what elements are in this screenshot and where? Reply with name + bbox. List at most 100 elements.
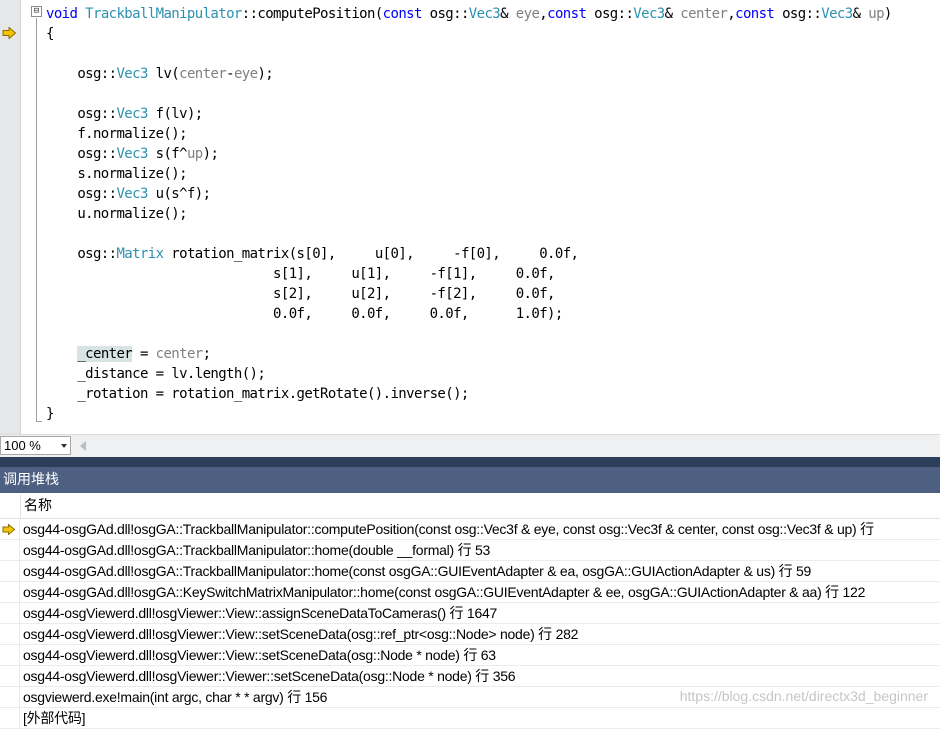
- call-stack-row[interactable]: [外部代码]: [0, 708, 940, 729]
- code-token: const: [547, 6, 595, 22]
- code-token: void: [46, 6, 86, 22]
- code-line[interactable]: void TrackballManipulator::computePositi…: [46, 4, 892, 24]
- code-line[interactable]: osg::Vec3 lv(center-eye);: [46, 64, 892, 84]
- code-token: rotation_matrix(s[0], u[0], -f[0], 0.0f,: [163, 246, 579, 262]
- code-token: osg::: [46, 146, 117, 162]
- code-token: _rotation = rotation_matrix.getRotate().…: [46, 386, 469, 402]
- code-token: Vec3: [633, 6, 665, 22]
- code-token: Vec3: [468, 6, 501, 22]
- code-line[interactable]: osg::Vec3 s(f^up);: [46, 144, 892, 164]
- call-stack-row[interactable]: osg44-osgViewerd.dll!osgViewer::View::se…: [0, 624, 940, 645]
- call-stack-frame-text: osg44-osgViewerd.dll!osgViewer::View::se…: [23, 647, 496, 663]
- code-line[interactable]: s[2], u[2], -f[2], 0.0f,: [46, 284, 892, 304]
- row-gutter: [0, 687, 20, 708]
- call-stack-frame-text: osg44-osgViewerd.dll!osgViewer::View::as…: [23, 605, 498, 621]
- call-stack-frame-text: osg44-osgGAd.dll!osgGA::TrackballManipul…: [23, 542, 491, 558]
- code-token: osg::: [46, 66, 117, 82]
- current-frame-arrow-icon: [2, 524, 16, 535]
- code-token: eye: [233, 66, 258, 82]
- code-token: ;: [202, 346, 211, 362]
- call-stack-row[interactable]: osg44-osgViewerd.dll!osgViewer::View::as…: [0, 603, 940, 624]
- code-line[interactable]: _distance = lv.length();: [46, 364, 892, 384]
- code-token: ): [883, 6, 892, 22]
- code-token: eye: [515, 6, 540, 22]
- code-token: _distance = lv.length();: [46, 366, 266, 382]
- code-token: Vec3: [116, 106, 148, 122]
- code-token: osg::: [46, 106, 117, 122]
- code-line[interactable]: [46, 324, 892, 344]
- code-token: const: [382, 6, 430, 22]
- code-token: ::computePosition(: [241, 6, 384, 22]
- code-token: );: [202, 146, 219, 162]
- code-token: 0.0f, 0.0f, 0.0f, 1.0f);: [46, 306, 563, 322]
- code-token: }: [46, 406, 54, 422]
- row-gutter: [0, 540, 20, 561]
- breakpoint-gutter[interactable]: [0, 0, 21, 434]
- code-token: ,: [539, 6, 548, 22]
- code-line[interactable]: s.normalize();: [46, 164, 892, 184]
- code-token: osg::: [46, 246, 117, 262]
- call-stack-row[interactable]: osg44-osgGAd.dll!osgGA::TrackballManipul…: [0, 519, 940, 540]
- code-line[interactable]: [46, 84, 892, 104]
- code-line[interactable]: [46, 224, 892, 244]
- call-stack-frame-text: osg44-osgGAd.dll!osgGA::KeySwitchMatrixM…: [23, 584, 866, 600]
- current-statement-arrow-icon: [2, 27, 17, 39]
- outline-line: [36, 18, 37, 422]
- row-gutter: [0, 561, 20, 582]
- code-token: &: [664, 6, 681, 22]
- call-stack-frame-text: osg44-osgViewerd.dll!osgViewer::Viewer::…: [23, 668, 516, 684]
- code-token: osg::: [46, 186, 117, 202]
- panel-splitter[interactable]: [0, 457, 940, 467]
- code-line[interactable]: osg::Vec3 u(s^f);: [46, 184, 892, 204]
- code-token: center: [179, 66, 227, 82]
- code-token: s(f^: [147, 146, 188, 162]
- call-stack-frame-text: [外部代码]: [23, 710, 86, 726]
- code-token: up: [868, 6, 884, 22]
- scroll-left-icon[interactable]: [80, 441, 86, 451]
- column-header-name[interactable]: 名称: [20, 494, 940, 518]
- code-token: osg::: [782, 6, 822, 22]
- code-line[interactable]: osg::Matrix rotation_matrix(s[0], u[0], …: [46, 244, 892, 264]
- code-token: s[1], u[1], -f[1], 0.0f,: [46, 266, 555, 282]
- code-token: Vec3: [116, 146, 148, 162]
- code-line[interactable]: s[1], u[1], -f[1], 0.0f,: [46, 264, 892, 284]
- row-gutter: [0, 603, 20, 624]
- call-stack-row[interactable]: osg44-osgGAd.dll!osgGA::KeySwitchMatrixM…: [0, 582, 940, 603]
- call-stack-row[interactable]: osg44-osgViewerd.dll!osgViewer::Viewer::…: [0, 666, 940, 687]
- code-line[interactable]: [46, 44, 892, 64]
- row-gutter: [0, 666, 20, 687]
- code-line[interactable]: _rotation = rotation_matrix.getRotate().…: [46, 384, 892, 404]
- code-token: f(lv);: [147, 106, 204, 122]
- code-token: u.normalize();: [46, 206, 187, 222]
- chevron-down-icon: [61, 444, 67, 448]
- code-line[interactable]: _center = center;: [46, 344, 892, 364]
- code-line[interactable]: f.normalize();: [46, 124, 892, 144]
- code-token: {: [46, 26, 54, 42]
- zoom-dropdown[interactable]: 100 %: [0, 436, 71, 455]
- code-text[interactable]: void TrackballManipulator::computePositi…: [46, 4, 892, 424]
- code-token: osg::: [594, 6, 634, 22]
- code-line[interactable]: u.normalize();: [46, 204, 892, 224]
- code-line[interactable]: osg::Vec3 f(lv);: [46, 104, 892, 124]
- row-gutter: [0, 519, 20, 540]
- collapse-toggle[interactable]: ⊟: [31, 6, 42, 17]
- watermark: https://blog.csdn.net/directx3d_beginner: [679, 688, 928, 704]
- code-token: Vec3: [821, 6, 853, 22]
- row-gutter: [0, 582, 20, 603]
- call-stack-row[interactable]: osg44-osgViewerd.dll!osgViewer::View::se…: [0, 645, 940, 666]
- code-token: -: [226, 66, 234, 82]
- outline-line-end: [36, 421, 42, 422]
- code-token: Vec3: [116, 186, 148, 202]
- code-editor[interactable]: ⊟ void TrackballManipulator::computePosi…: [0, 0, 940, 434]
- code-token: lv(: [147, 66, 180, 82]
- call-stack-row[interactable]: osg44-osgGAd.dll!osgGA::TrackballManipul…: [0, 540, 940, 561]
- row-gutter: [0, 708, 20, 729]
- call-stack-row[interactable]: osg44-osgGAd.dll!osgGA::TrackballManipul…: [0, 561, 940, 582]
- code-line[interactable]: {: [46, 24, 892, 44]
- code-token: center: [680, 6, 728, 22]
- code-line[interactable]: 0.0f, 0.0f, 0.0f, 1.0f);: [46, 304, 892, 324]
- call-stack-frame-text: osg44-osgGAd.dll!osgGA::TrackballManipul…: [23, 521, 874, 537]
- code-token: u(s^f);: [147, 186, 211, 202]
- code-line[interactable]: }: [46, 404, 892, 424]
